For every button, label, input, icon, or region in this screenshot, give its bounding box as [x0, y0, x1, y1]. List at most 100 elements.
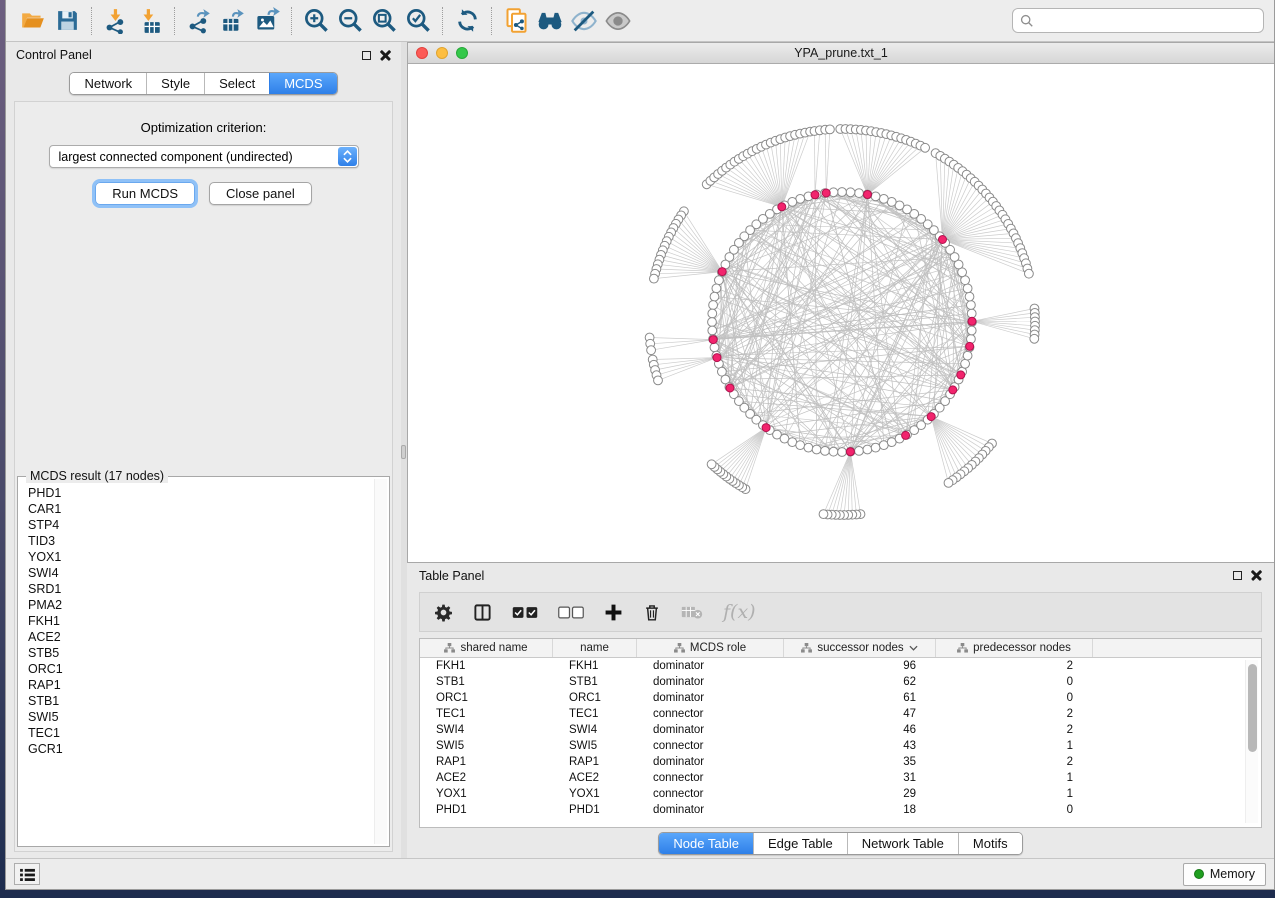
tab-node-table[interactable]: Node Table: [659, 833, 753, 854]
tab-style[interactable]: Style: [146, 73, 204, 94]
table-cell: 46: [784, 724, 936, 736]
close-panel-icon[interactable]: [380, 50, 391, 61]
list-item[interactable]: RAP1: [20, 677, 373, 693]
export-image-icon[interactable]: [250, 5, 284, 37]
list-item[interactable]: PHD1: [20, 485, 373, 501]
refresh-layout-icon[interactable]: [450, 5, 484, 37]
zoom-in-icon[interactable]: [299, 5, 333, 37]
table-toolbar: f(x): [419, 592, 1262, 632]
deselect-all-checkboxes-icon[interactable]: [558, 605, 584, 620]
table-cell: dominator: [637, 724, 784, 736]
dropdown-value: largest connected component (undirected): [59, 150, 293, 164]
export-table-icon[interactable]: [216, 5, 250, 37]
hide-selected-icon[interactable]: [567, 5, 601, 37]
table-tabs: Node Table Edge Table Network Table Moti…: [658, 832, 1022, 855]
list-item[interactable]: TID3: [20, 533, 373, 549]
table-row[interactable]: PHD1PHD1dominator180: [420, 802, 1261, 818]
table-cell: dominator: [637, 660, 784, 672]
list-item[interactable]: STB1: [20, 693, 373, 709]
shared-column-icon: [674, 643, 685, 653]
table-row[interactable]: TEC1TEC1connector472: [420, 706, 1261, 722]
network-canvas[interactable]: [408, 64, 1274, 562]
add-column-icon[interactable]: [604, 603, 623, 622]
gear-icon[interactable]: [434, 603, 453, 622]
close-panel-button[interactable]: Close panel: [209, 182, 312, 205]
search-box[interactable]: [1012, 8, 1264, 33]
memory-button[interactable]: Memory: [1183, 863, 1266, 886]
network-graph[interactable]: [408, 64, 1274, 562]
mcds-result-scrollbar[interactable]: [374, 479, 387, 844]
table-row[interactable]: FKH1FKH1dominator962: [420, 658, 1261, 674]
list-item[interactable]: SWI5: [20, 709, 373, 725]
table-scrollbar-thumb[interactable]: [1248, 664, 1257, 752]
tab-select[interactable]: Select: [204, 73, 269, 94]
open-file-icon[interactable]: [16, 5, 50, 37]
list-item[interactable]: FKH1: [20, 613, 373, 629]
delete-column-icon[interactable]: [643, 603, 661, 622]
table-row[interactable]: YOX1YOX1connector291: [420, 786, 1261, 802]
table-cell: connector: [637, 772, 784, 784]
list-item[interactable]: CAR1: [20, 501, 373, 517]
control-panel: Control Panel Network Style Select MCDS …: [6, 42, 401, 858]
table-row[interactable]: STB1STB1dominator620: [420, 674, 1261, 690]
panel-divider[interactable]: [401, 42, 407, 858]
float-table-panel-icon[interactable]: [1233, 571, 1242, 580]
list-item[interactable]: ACE2: [20, 629, 373, 645]
tab-edge-table[interactable]: Edge Table: [753, 833, 847, 854]
table-row[interactable]: SWI5SWI5connector431: [420, 738, 1261, 754]
table-cell: 35: [784, 756, 936, 768]
column-header-shared-name[interactable]: shared name: [420, 639, 553, 657]
tab-mcds[interactable]: MCDS: [269, 73, 336, 94]
table-cell: 2: [936, 724, 1093, 736]
list-item[interactable]: TEC1: [20, 725, 373, 741]
table-row[interactable]: SWI4SWI4dominator462: [420, 722, 1261, 738]
show-all-icon[interactable]: [601, 5, 635, 37]
list-item[interactable]: SWI4: [20, 565, 373, 581]
optimization-criterion-dropdown[interactable]: largest connected component (undirected): [49, 145, 359, 168]
table-row[interactable]: ORC1ORC1dominator610: [420, 690, 1261, 706]
mcds-result-list[interactable]: PHD1CAR1STP4TID3YOX1SWI4SRD1PMA2FKH1ACE2…: [20, 485, 373, 844]
float-panel-icon[interactable]: [362, 51, 371, 60]
list-item[interactable]: STP4: [20, 517, 373, 533]
table-row[interactable]: RAP1RAP1dominator352: [420, 754, 1261, 770]
task-history-button[interactable]: [14, 863, 40, 885]
network-titlebar[interactable]: YPA_prune.txt_1: [408, 43, 1274, 64]
search-input[interactable]: [1039, 14, 1256, 28]
list-item[interactable]: STB5: [20, 645, 373, 661]
toolbar-separator: [491, 7, 492, 35]
list-item[interactable]: SRD1: [20, 581, 373, 597]
zoom-out-icon[interactable]: [333, 5, 367, 37]
import-table-icon[interactable]: [133, 5, 167, 37]
list-item[interactable]: GCR1: [20, 741, 373, 757]
column-header-name[interactable]: name: [553, 639, 637, 657]
list-item[interactable]: PMA2: [20, 597, 373, 613]
zoom-fit-icon[interactable]: [367, 5, 401, 37]
table-scrollbar[interactable]: [1245, 660, 1258, 823]
tab-motifs[interactable]: Motifs: [958, 833, 1022, 854]
run-mcds-button[interactable]: Run MCDS: [95, 182, 195, 205]
tab-network-table[interactable]: Network Table: [847, 833, 958, 854]
column-header-MCDS-role[interactable]: MCDS role: [637, 639, 784, 657]
close-table-panel-icon[interactable]: [1251, 570, 1262, 581]
list-item[interactable]: ORC1: [20, 661, 373, 677]
column-header-predecessor-nodes[interactable]: predecessor nodes: [936, 639, 1093, 657]
export-network-icon[interactable]: [182, 5, 216, 37]
column-selector-icon[interactable]: [473, 603, 492, 622]
zoom-selected-icon[interactable]: [401, 5, 435, 37]
dropdown-stepper-icon: [338, 147, 357, 166]
table-cell: 1: [936, 788, 1093, 800]
table-row[interactable]: ACE2ACE2connector311: [420, 770, 1261, 786]
column-header-successor-nodes[interactable]: successor nodes: [784, 639, 936, 657]
first-neighbors-icon[interactable]: [533, 5, 567, 37]
select-all-checkboxes-icon[interactable]: [512, 605, 538, 620]
list-item[interactable]: YOX1: [20, 549, 373, 565]
table-cell: ACE2: [420, 772, 553, 784]
divider-handle[interactable]: [401, 445, 406, 459]
table-cell: 2: [936, 660, 1093, 672]
import-network-icon[interactable]: [99, 5, 133, 37]
clone-network-icon[interactable]: [499, 5, 533, 37]
table-cell: dominator: [637, 756, 784, 768]
tab-network[interactable]: Network: [70, 73, 146, 94]
shared-column-icon: [801, 643, 812, 653]
save-session-icon[interactable]: [50, 5, 84, 37]
